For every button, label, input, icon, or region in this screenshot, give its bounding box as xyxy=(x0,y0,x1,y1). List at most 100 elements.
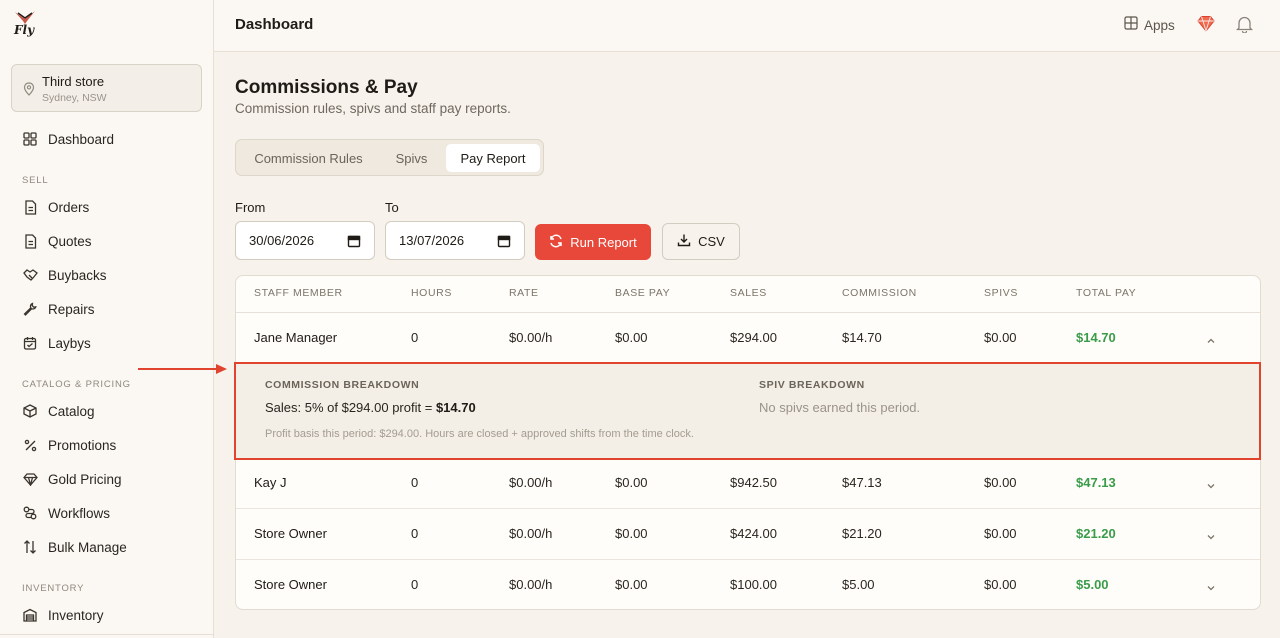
from-date-input[interactable]: 30/06/2026 xyxy=(235,221,375,260)
staff-name: Store Owner xyxy=(254,577,327,592)
sidebar-item-label: Workflows xyxy=(48,505,111,521)
run-report-button[interactable]: Run Report xyxy=(535,224,651,260)
spiv-breakdown-title: SPIV BREAKDOWN xyxy=(759,379,865,391)
staff-name: Kay J xyxy=(254,475,287,490)
workflow-icon xyxy=(22,505,38,521)
commission-breakdown-title: COMMISSION BREAKDOWN xyxy=(265,379,420,391)
page-title: Commissions & Pay xyxy=(235,77,418,98)
store-location: Sydney, NSW xyxy=(42,92,107,104)
hours-cell: 0 xyxy=(411,330,419,345)
rate-cell: $0.00/h xyxy=(509,526,553,541)
column-header-hours: HOURS xyxy=(411,287,452,299)
warehouse-icon xyxy=(22,607,38,623)
sidebar-item-bulk-manage[interactable]: Bulk Manage xyxy=(0,533,214,561)
sidebar-item-label: Gold Pricing xyxy=(48,471,122,487)
gem-icon[interactable] xyxy=(1197,15,1215,37)
chevron-down-icon[interactable] xyxy=(1206,579,1216,597)
sidebar-item-gold-pricing[interactable]: Gold Pricing xyxy=(0,465,214,493)
total-pay-cell: $21.20 xyxy=(1076,526,1116,541)
sidebar-item-repairs[interactable]: Repairs xyxy=(0,295,214,323)
logo-text: Fly xyxy=(14,23,35,37)
sidebar-item-quotes[interactable]: Quotes xyxy=(0,227,214,255)
table-row[interactable]: Store Owner 0 $0.00/h $0.00 $100.00 $5.0… xyxy=(236,559,1260,609)
wrench-icon xyxy=(22,301,38,317)
table-row[interactable]: Kay J 0 $0.00/h $0.00 $942.50 $47.13 $0.… xyxy=(236,457,1260,508)
sidebar: Fly Third store Sydney, NSW Dashboard SE… xyxy=(0,0,214,638)
sidebar-item-promotions[interactable]: Promotions xyxy=(0,431,214,459)
sidebar-item-orders[interactable]: Orders xyxy=(0,193,214,221)
store-selector[interactable]: Third store Sydney, NSW xyxy=(11,64,202,112)
rate-cell: $0.00/h xyxy=(509,475,553,490)
column-header-sales: SALES xyxy=(730,287,767,299)
commission-result: $14.70 xyxy=(435,400,476,415)
handshake-icon xyxy=(22,267,38,283)
sales-cell: $100.00 xyxy=(730,577,777,592)
refresh-icon xyxy=(549,234,563,251)
sidebar-item-dashboard[interactable]: Dashboard xyxy=(0,125,214,153)
commission-cell: $5.00 xyxy=(842,577,875,592)
apps-grid-icon xyxy=(1124,16,1138,35)
sidebar-item-label: Inventory xyxy=(48,607,104,623)
run-report-label: Run Report xyxy=(570,234,637,250)
commission-cell: $14.70 xyxy=(842,330,882,345)
to-date-value: 13/07/2026 xyxy=(399,233,465,248)
sidebar-item-label: Promotions xyxy=(48,437,117,453)
percent-icon xyxy=(22,437,38,453)
calendar-icon xyxy=(22,335,38,351)
apps-button[interactable]: Apps xyxy=(1124,16,1175,35)
total-pay-cell: $14.70 xyxy=(1076,330,1116,345)
sidebar-item-workflows[interactable]: Workflows xyxy=(0,499,214,527)
pay-report-table: STAFF MEMBER HOURS RATE BASE PAY SALES C… xyxy=(235,275,1261,610)
sidebar-item-label: Orders xyxy=(48,199,90,215)
chevron-up-icon[interactable] xyxy=(1206,332,1216,350)
sidebar-item-label: Buybacks xyxy=(48,267,107,283)
sidebar-item-label: Laybys xyxy=(48,335,91,351)
total-pay-cell: $47.13 xyxy=(1076,475,1116,490)
tab-commission-rules[interactable]: Commission Rules xyxy=(240,144,377,172)
rate-cell: $0.00/h xyxy=(509,330,553,345)
from-date-value: 30/06/2026 xyxy=(249,233,315,248)
table-row[interactable]: Store Owner 0 $0.00/h $0.00 $424.00 $21.… xyxy=(236,508,1260,559)
nav-section-inventory: INVENTORY xyxy=(22,583,85,594)
sidebar-item-label: Catalog xyxy=(48,403,95,419)
commission-breakdown-panel: COMMISSION BREAKDOWN Sales: 5% of $294.0… xyxy=(236,362,1260,460)
nav-section-catalog: CATALOG & PRICING xyxy=(22,379,131,390)
calendar-icon[interactable] xyxy=(347,234,361,251)
topbar-title: Dashboard xyxy=(235,16,314,33)
tab-spivs[interactable]: Spivs xyxy=(379,144,444,172)
hours-cell: 0 xyxy=(411,526,419,541)
to-label: To xyxy=(385,200,399,215)
download-icon xyxy=(677,233,691,250)
spivs-cell: $0.00 xyxy=(984,475,1017,490)
sales-cell: $424.00 xyxy=(730,526,777,541)
sidebar-item-catalog[interactable]: Catalog xyxy=(0,397,214,425)
sidebar-item-label: Quotes xyxy=(48,233,92,249)
commission-cell: $21.20 xyxy=(842,526,882,541)
csv-download-button[interactable]: CSV xyxy=(662,223,740,260)
to-date-input[interactable]: 13/07/2026 xyxy=(385,221,525,260)
from-label: From xyxy=(235,200,266,215)
chevron-down-icon[interactable] xyxy=(1206,528,1216,546)
hours-cell: 0 xyxy=(411,475,419,490)
tab-pay-report[interactable]: Pay Report xyxy=(446,144,540,172)
table-row[interactable]: Jane Manager 0 $0.00/h $0.00 $294.00 $14… xyxy=(236,312,1260,363)
tab-bar: Commission Rules Spivs Pay Report xyxy=(235,139,544,176)
column-header-rate: RATE xyxy=(509,287,539,299)
base-pay-cell: $0.00 xyxy=(615,330,648,345)
column-header-commission: COMMISSION xyxy=(842,287,917,299)
store-name: Third store xyxy=(42,74,105,89)
document-icon xyxy=(22,199,38,215)
calendar-icon[interactable] xyxy=(497,234,511,251)
sidebar-item-buybacks[interactable]: Buybacks xyxy=(0,261,214,289)
sidebar-item-laybys[interactable]: Laybys xyxy=(0,329,214,357)
sidebar-item-label: Dashboard xyxy=(48,131,115,147)
chevron-down-icon[interactable] xyxy=(1206,477,1216,495)
apps-label: Apps xyxy=(1144,18,1175,33)
page-subtitle: Commission rules, spivs and staff pay re… xyxy=(235,101,511,116)
staff-name: Store Owner xyxy=(254,526,327,541)
column-header-staff: STAFF MEMBER xyxy=(254,287,343,299)
bell-icon[interactable] xyxy=(1235,15,1254,38)
topbar: Dashboard Apps xyxy=(214,0,1280,52)
nav-section-sell: SELL xyxy=(22,175,49,186)
sidebar-item-inventory[interactable]: Inventory xyxy=(0,601,214,629)
